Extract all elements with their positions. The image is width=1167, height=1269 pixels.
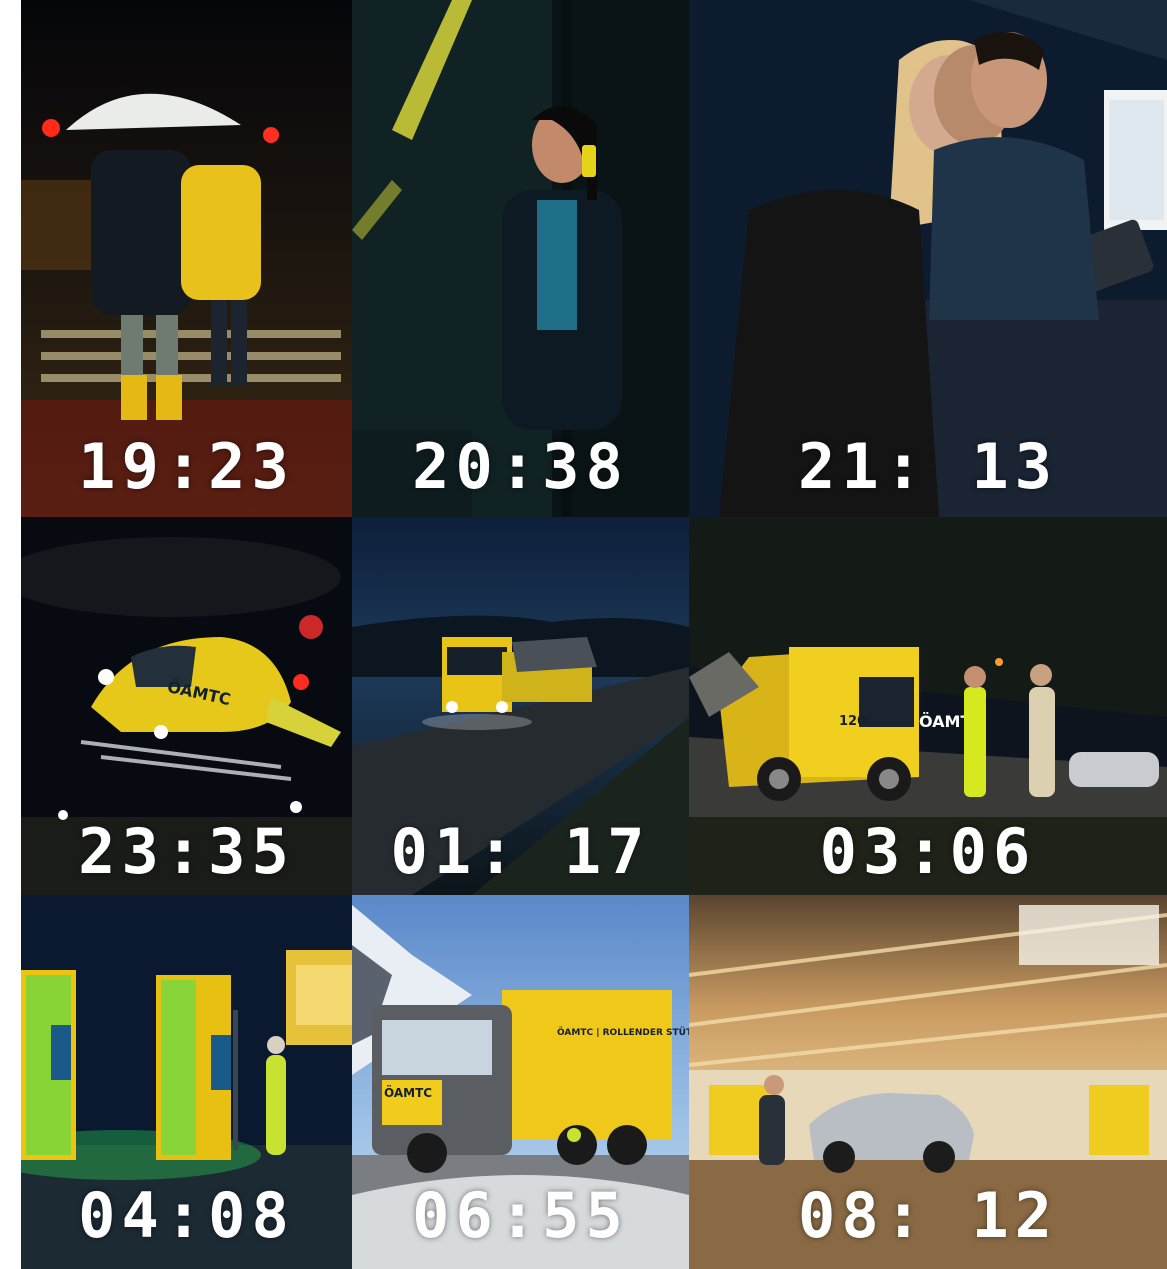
time-label: 01: 17: [390, 815, 651, 888]
tile-charging-station: 04:08: [21, 895, 352, 1269]
tile-tow-truck-road: 01: 17: [352, 517, 689, 895]
tile-roadside-help: ÖAMTC 120 03:06: [689, 517, 1167, 895]
photo-grid: 19:23 20:38 21: 13 ÖAMTC 23:35 01: 17 ÖA…: [21, 0, 1167, 1269]
time-label: 06:55: [412, 1179, 629, 1252]
tile-call-center: 21: 13: [689, 0, 1167, 517]
tile-workshop: 08: 12: [689, 895, 1167, 1269]
tile-truck-snow: ÖAMTC ÖAMTC | ROLLENDER STÜTZPUNKT 06:55: [352, 895, 689, 1269]
time-label: 19:23: [78, 430, 295, 503]
tile-helicopter: ÖAMTC 23:35: [21, 517, 352, 895]
truck-cab-logo: ÖAMTC: [384, 1085, 432, 1100]
time-label: 04:08: [78, 1179, 295, 1252]
time-label: 03:06: [819, 815, 1037, 888]
tile-woman-phone: 20:38: [352, 0, 689, 517]
tile-umbrella-street: 19:23: [21, 0, 352, 517]
truck-side-text: ÖAMTC | ROLLENDER STÜTZPUNKT: [557, 1027, 689, 1038]
van-number: 120: [839, 714, 866, 729]
time-label: 08: 12: [798, 1179, 1058, 1252]
time-label: 23:35: [78, 815, 295, 888]
time-label: 21: 13: [798, 430, 1058, 503]
time-label: 20:38: [412, 430, 629, 503]
